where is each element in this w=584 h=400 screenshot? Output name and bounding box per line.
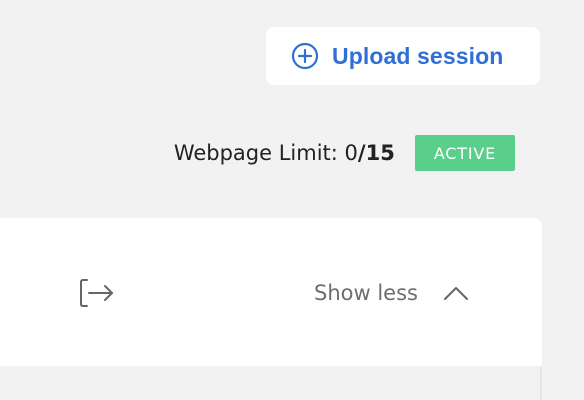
webpage-limit-used: 0 bbox=[344, 141, 358, 165]
export-icon[interactable] bbox=[78, 276, 116, 310]
show-less-toggle[interactable]: Show less bbox=[314, 276, 470, 310]
show-less-label: Show less bbox=[314, 281, 418, 305]
plus-circle-icon bbox=[291, 42, 319, 70]
webpage-limit-label: Webpage Limit: bbox=[173, 141, 345, 165]
webpage-limit-row: Webpage Limit: 0/15 ACTIVE bbox=[174, 135, 515, 171]
chevron-up-icon bbox=[442, 285, 470, 301]
status-badge: ACTIVE bbox=[414, 135, 515, 171]
upload-session-label: Upload session bbox=[332, 42, 504, 69]
webpage-limit-total: /15 bbox=[357, 141, 395, 165]
lower-panel-edge bbox=[0, 366, 542, 400]
upload-session-button[interactable]: Upload session bbox=[266, 27, 540, 85]
page: Upload session Webpage Limit: 0/15 ACTIV… bbox=[0, 0, 584, 400]
webpage-limit-text: Webpage Limit: 0/15 bbox=[174, 141, 395, 165]
